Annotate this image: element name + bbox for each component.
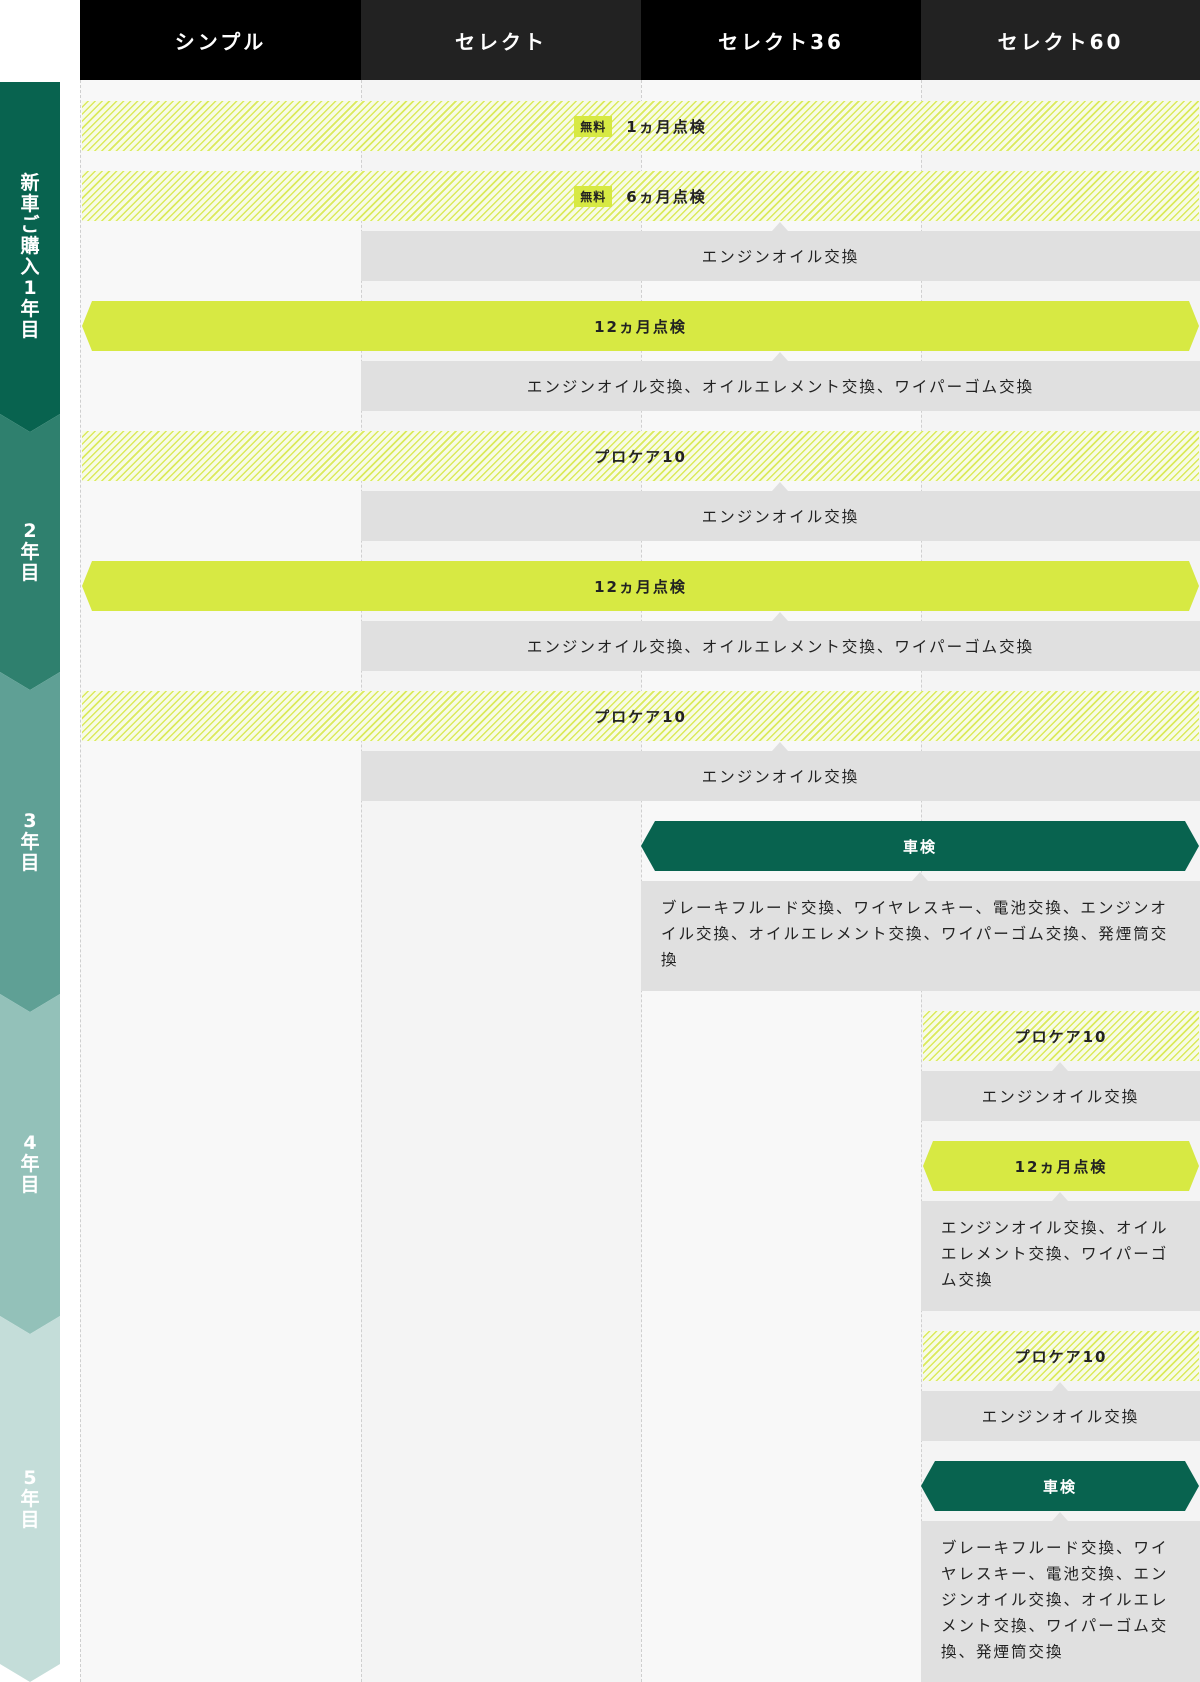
inspection-1month: 無料 1ヵ月点検 bbox=[82, 101, 1199, 151]
service-text: エンジンオイル交換 bbox=[981, 1408, 1140, 1426]
year-band-1: 新車ご購入1年目 bbox=[0, 82, 60, 432]
inspection-label: 12ヵ月点検 bbox=[594, 317, 687, 336]
pointer-notch bbox=[912, 872, 928, 881]
service-oil-change: エンジンオイル交換 bbox=[921, 1382, 1200, 1441]
shaken-label: 車検 bbox=[902, 837, 937, 856]
column-divider bbox=[80, 0, 81, 1682]
year-band-2: 2年目 bbox=[0, 414, 60, 690]
column-header-select36: セレクト36 bbox=[641, 0, 921, 80]
inspection-label: 12ヵ月点検 bbox=[594, 577, 687, 596]
service-12month-work: エンジンオイル交換、オイルエレメント交換、ワイパーゴム交換 bbox=[361, 352, 1200, 411]
year-band-3: 3年目 bbox=[0, 672, 60, 1012]
pointer-notch bbox=[772, 352, 788, 361]
service-text: エンジンオイル交換、オイルエレメント交換、ワイパーゴム交換 bbox=[526, 638, 1035, 656]
inspection-12month: 12ヵ月点検 bbox=[923, 1141, 1199, 1191]
service-text: エンジンオイル交換、オイルエレメント交換、ワイパーゴム交換 bbox=[526, 378, 1035, 396]
year-label: 2年目 bbox=[20, 519, 40, 584]
column-header-select60: セレクト60 bbox=[921, 0, 1200, 80]
inspection-label: 1ヵ月点検 bbox=[626, 117, 707, 136]
service-text: エンジンオイル交換 bbox=[701, 508, 860, 526]
shaken-inspection: 車検 bbox=[641, 821, 1199, 871]
pointer-notch bbox=[1052, 1382, 1068, 1391]
procare-label: プロケア10 bbox=[1014, 1347, 1108, 1366]
shaken-inspection: 車検 bbox=[921, 1461, 1199, 1511]
service-text: エンジンオイル交換 bbox=[981, 1088, 1140, 1106]
column-header-select: セレクト bbox=[361, 0, 641, 80]
service-12month-work: エンジンオイル交換、オイルエレメント交換、ワイパーゴム交換 bbox=[361, 612, 1200, 671]
pointer-notch bbox=[772, 482, 788, 491]
column-header-simple: シンプル bbox=[80, 0, 361, 80]
pointer-notch bbox=[1052, 1062, 1068, 1071]
service-shaken-work: ブレーキフルード交換、ワイヤレスキー、電池交換、エンジンオイル交換、オイルエレメ… bbox=[921, 1512, 1200, 1682]
procare-label: プロケア10 bbox=[594, 447, 687, 466]
procare10: プロケア10 bbox=[923, 1331, 1199, 1381]
inspection-6month: 無料 6ヵ月点検 bbox=[82, 171, 1199, 221]
pointer-notch bbox=[772, 222, 788, 231]
service-oil-change: エンジンオイル交換 bbox=[921, 1062, 1200, 1121]
service-text: ブレーキフルード交換、ワイヤレスキー、電池交換、エンジンオイル交換、オイルエレメ… bbox=[941, 1539, 1169, 1661]
year-label: 4年目 bbox=[20, 1131, 40, 1196]
year-label: 新車ご購入1年目 bbox=[20, 172, 40, 341]
service-12month-work: エンジンオイル交換、オイルエレメント交換、ワイパーゴム交換 bbox=[921, 1192, 1200, 1311]
service-oil-change: エンジンオイル交換 bbox=[361, 742, 1200, 801]
inspection-label: 12ヵ月点検 bbox=[1014, 1157, 1108, 1176]
year-label: 3年目 bbox=[20, 809, 40, 874]
inspection-label: 6ヵ月点検 bbox=[626, 187, 707, 206]
service-oil-change: エンジンオイル交換 bbox=[361, 222, 1200, 281]
procare-label: プロケア10 bbox=[1014, 1027, 1108, 1046]
shaken-label: 車検 bbox=[1042, 1477, 1077, 1496]
year-band-5: 5年目 bbox=[0, 1316, 60, 1682]
procare10: プロケア10 bbox=[923, 1011, 1199, 1061]
procare10: プロケア10 bbox=[82, 691, 1199, 741]
service-text: エンジンオイル交換、オイルエレメント交換、ワイパーゴム交換 bbox=[941, 1219, 1169, 1289]
inspection-12month: 12ヵ月点検 bbox=[82, 561, 1199, 611]
service-shaken-work: ブレーキフルード交換、ワイヤレスキー、電池交換、エンジンオイル交換、オイルエレメ… bbox=[641, 872, 1200, 991]
service-oil-change: エンジンオイル交換 bbox=[361, 482, 1200, 541]
year-band-4: 4年目 bbox=[0, 994, 60, 1334]
procare10: プロケア10 bbox=[82, 431, 1199, 481]
free-badge: 無料 bbox=[574, 185, 613, 207]
service-text: エンジンオイル交換 bbox=[701, 248, 860, 266]
pointer-notch bbox=[1052, 1192, 1068, 1201]
inspection-12month: 12ヵ月点検 bbox=[82, 301, 1199, 351]
pointer-notch bbox=[772, 742, 788, 751]
service-text: エンジンオイル交換 bbox=[701, 768, 860, 786]
year-label: 5年目 bbox=[20, 1466, 40, 1531]
procare-label: プロケア10 bbox=[594, 707, 687, 726]
service-text: ブレーキフルード交換、ワイヤレスキー、電池交換、エンジンオイル交換、オイルエレメ… bbox=[661, 899, 1169, 969]
free-badge: 無料 bbox=[574, 115, 613, 137]
pointer-notch bbox=[1052, 1512, 1068, 1521]
pointer-notch bbox=[772, 612, 788, 621]
